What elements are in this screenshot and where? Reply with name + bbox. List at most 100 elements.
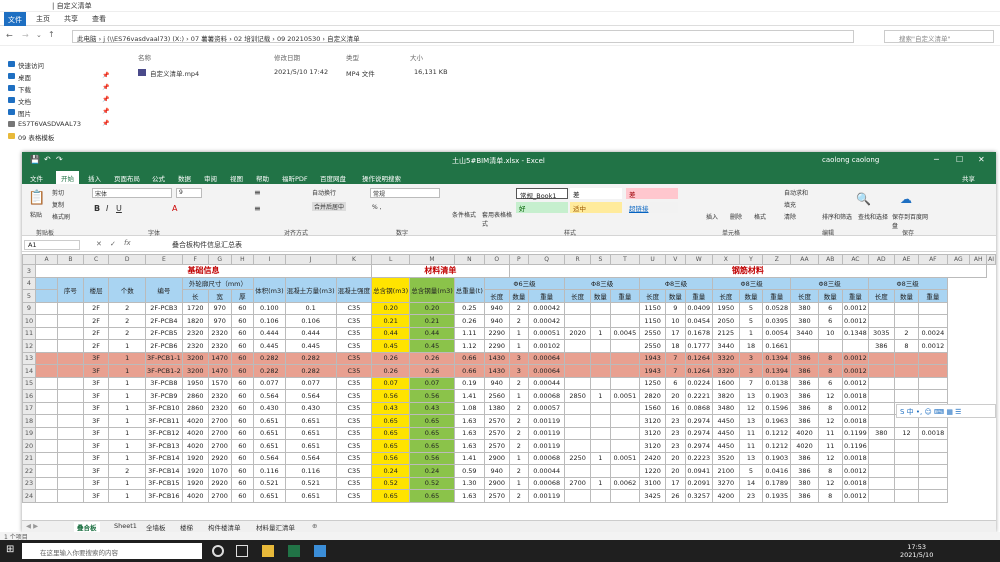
cell[interactable] (918, 301, 948, 315)
cell[interactable]: 2 (108, 326, 146, 340)
cell[interactable] (609, 426, 641, 440)
cell[interactable]: 13 (738, 389, 764, 403)
cell[interactable]: 10 (817, 326, 843, 340)
cell[interactable]: 13 (738, 414, 764, 428)
cell[interactable]: C35 (335, 326, 373, 340)
tab-formulas[interactable]: 公式 (152, 173, 165, 183)
cell[interactable]: 3820 (711, 389, 740, 403)
cell[interactable]: 1220 (639, 464, 667, 478)
cell[interactable]: 2570 (483, 439, 510, 453)
header-rebar-col[interactable]: 数量 (590, 289, 611, 303)
cell[interactable] (57, 326, 84, 340)
cell[interactable]: 0.07 (371, 376, 411, 390)
cell[interactable]: 3F-PCB9 (144, 389, 183, 403)
cell[interactable]: 60 (230, 389, 255, 403)
tab-data[interactable]: 数据 (178, 173, 191, 183)
cell[interactable] (867, 351, 895, 365)
cell[interactable]: C35 (335, 314, 373, 328)
cell[interactable]: 2850 (564, 389, 592, 403)
column-header[interactable]: AE (893, 254, 920, 265)
cell[interactable]: 380 (790, 476, 819, 490)
row-header[interactable]: 21 (22, 451, 36, 465)
cell[interactable]: 3F-PCB8 (144, 376, 183, 390)
header-rebar-col[interactable]: 重量 (684, 289, 713, 303)
cell[interactable]: 0.26 (453, 314, 485, 328)
row-header[interactable]: 10 (22, 314, 36, 328)
cell[interactable] (609, 314, 641, 328)
cell[interactable]: 2320 (207, 401, 232, 415)
cell[interactable]: 0.56 (409, 389, 455, 403)
cell[interactable]: 0.0018 (841, 414, 869, 428)
cell[interactable]: 2 (508, 314, 530, 328)
cell[interactable]: 20 (665, 464, 686, 478)
cell[interactable]: 0.651 (284, 489, 337, 503)
cell[interactable]: 2320 (181, 339, 209, 353)
cell[interactable]: 2F-PCB4 (144, 314, 183, 328)
column-header[interactable]: I (253, 254, 286, 265)
section-rebar[interactable]: 钢筋材料 (508, 264, 988, 278)
cell[interactable]: 2920 (207, 476, 232, 490)
cell[interactable]: 0.65 (371, 414, 411, 428)
cell[interactable]: 2320 (207, 389, 232, 403)
cell[interactable]: 17 (665, 326, 686, 340)
cell[interactable]: 1.63 (453, 439, 485, 453)
cell[interactable]: 1.30 (453, 476, 485, 490)
cell[interactable]: 0.07 (409, 376, 455, 390)
cell[interactable]: 1 (108, 426, 146, 440)
header-rebar-col[interactable]: 重量 (918, 289, 948, 303)
cell[interactable]: 0.651 (253, 426, 286, 440)
cell[interactable]: 18 (665, 339, 686, 353)
save-icon[interactable]: 💾 (30, 155, 40, 164)
cell[interactable] (57, 464, 84, 478)
tab-home[interactable]: 开始 (56, 171, 79, 184)
cell[interactable]: 3 (508, 364, 530, 378)
cell[interactable]: 0.66 (453, 364, 485, 378)
clear-button[interactable]: 清除 (784, 212, 796, 221)
cell[interactable]: 0.00068 (528, 389, 566, 403)
column-header[interactable]: M (409, 254, 455, 265)
cell[interactable]: 1 (108, 439, 146, 453)
select-all-corner[interactable] (22, 254, 36, 265)
cell[interactable] (867, 414, 895, 428)
cell[interactable]: 12 (817, 389, 843, 403)
cell[interactable] (57, 451, 84, 465)
cell[interactable]: 0.0012 (841, 351, 869, 365)
cell[interactable]: 0.0528 (762, 301, 792, 315)
style-normal-book1[interactable]: 常规_Book1 (516, 188, 568, 200)
cell[interactable]: 970 (207, 301, 232, 315)
cell[interactable] (867, 401, 895, 415)
underline-icon[interactable]: U (116, 204, 122, 213)
header-rebar-group[interactable]: Φ8三级 (564, 276, 641, 290)
row-header[interactable]: 19 (22, 426, 36, 440)
cell[interactable]: 0.44 (409, 326, 455, 340)
excel-taskbar-icon[interactable] (288, 545, 300, 557)
header-rebar-col[interactable]: 重量 (762, 289, 792, 303)
cell[interactable]: 11 (738, 439, 764, 453)
cell[interactable]: 0.106 (284, 314, 337, 328)
cell[interactable]: 386 (867, 339, 895, 353)
cell[interactable] (609, 376, 641, 390)
cell[interactable]: 4020 (181, 414, 209, 428)
cell[interactable]: 0.65 (409, 426, 455, 440)
cell[interactable] (590, 439, 611, 453)
maximize-icon[interactable]: ☐ (956, 155, 963, 164)
cell[interactable]: 0.077 (253, 376, 286, 390)
cell[interactable]: 0.1348 (841, 326, 869, 340)
cell[interactable] (918, 476, 948, 490)
column-header[interactable]: Q (528, 254, 566, 265)
cell[interactable]: 0.00119 (528, 426, 566, 440)
header-rebar-group[interactable]: Φ8三级 (867, 276, 948, 290)
cell[interactable]: 0.445 (284, 339, 337, 353)
cell[interactable] (609, 301, 641, 315)
cell[interactable] (57, 476, 84, 490)
cell[interactable]: 1 (108, 376, 146, 390)
copy-button[interactable]: 复制 (52, 200, 64, 209)
bold-icon[interactable]: B (94, 204, 100, 213)
cell[interactable]: 0.1264 (684, 351, 713, 365)
tab-view[interactable]: 视图 (230, 173, 243, 183)
cell[interactable]: 0.0051 (609, 389, 641, 403)
cell[interactable]: 60 (230, 489, 255, 503)
table-format-button[interactable]: 套用表格格式 (482, 210, 512, 228)
cell[interactable]: 3F (82, 351, 110, 365)
cell[interactable]: 0.00119 (528, 414, 566, 428)
